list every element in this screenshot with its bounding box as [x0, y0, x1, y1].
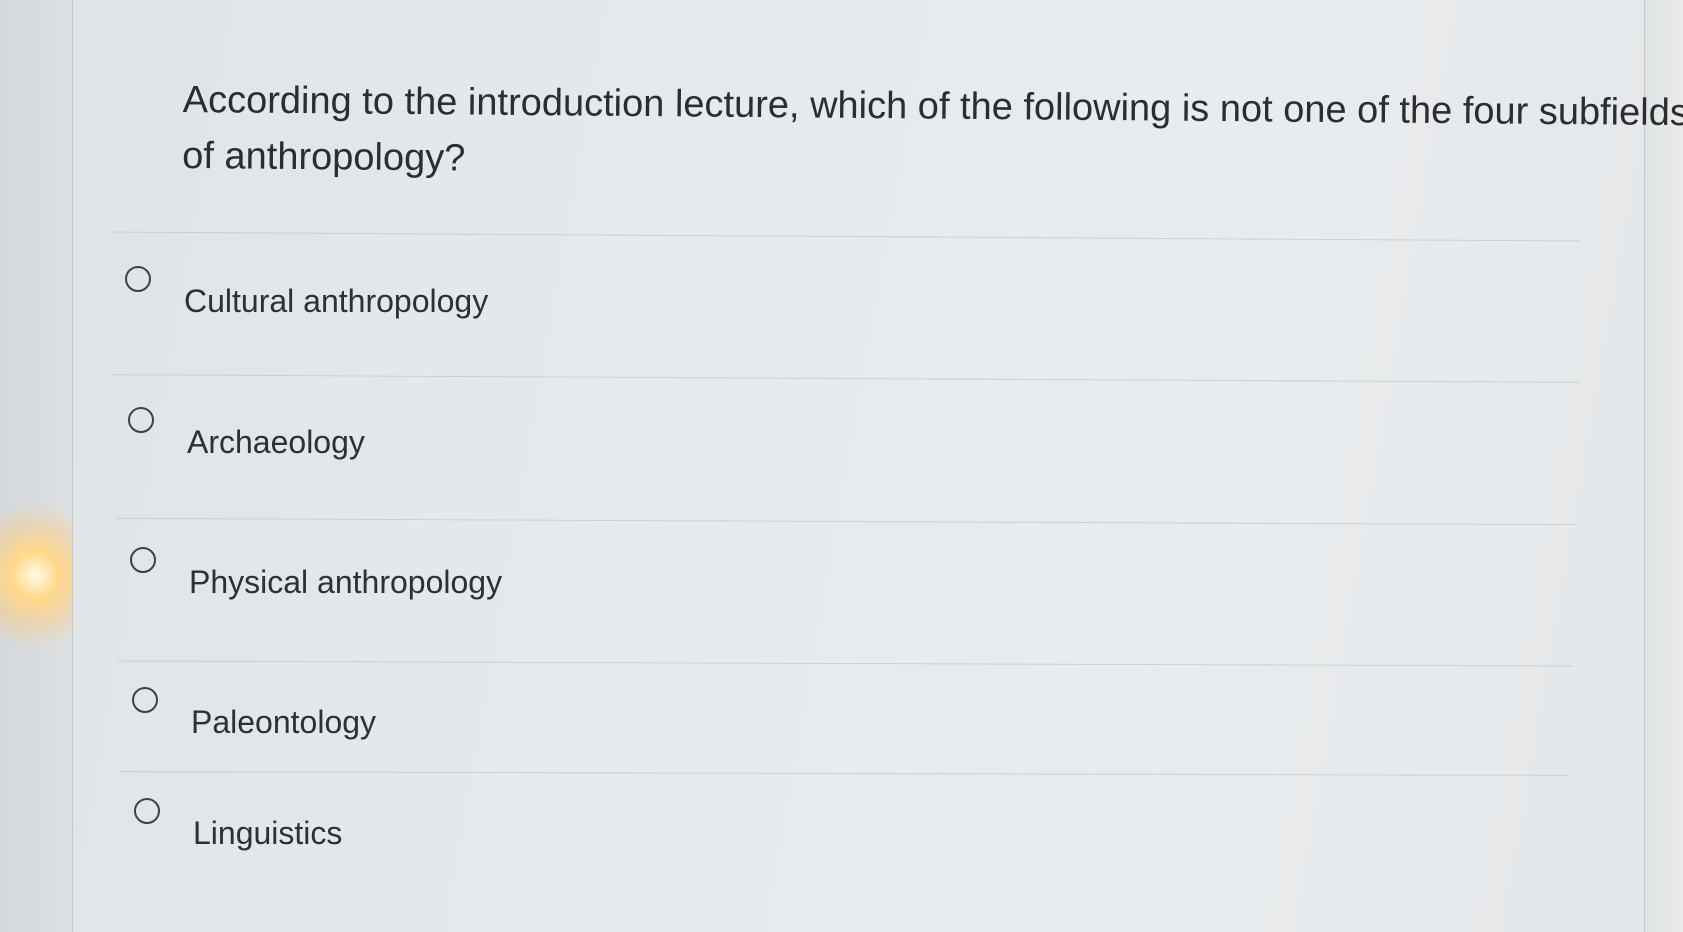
option-archaeology[interactable]: Archaeology	[128, 407, 365, 461]
radio-button[interactable]	[132, 687, 158, 713]
option-label: Physical anthropology	[189, 564, 503, 600]
divider	[115, 517, 1575, 526]
divider	[117, 660, 1573, 667]
option-physical-anthropology[interactable]: Physical anthropology	[130, 547, 502, 601]
radio-button[interactable]	[130, 547, 156, 573]
radio-button[interactable]	[134, 798, 160, 824]
question-card: According to the introduction lecture, w…	[72, 0, 1683, 932]
question-text: According to the introduction lecture, w…	[182, 78, 1683, 180]
divider	[113, 374, 1579, 383]
radio-button[interactable]	[125, 266, 151, 292]
option-paleontology[interactable]: Paleontology	[132, 687, 376, 741]
option-cultural-anthropology[interactable]: Cultural anthropology	[125, 266, 488, 320]
option-linguistics[interactable]: Linguistics	[134, 798, 342, 852]
radio-button[interactable]	[128, 407, 154, 433]
divider	[119, 771, 1569, 776]
option-label: Linguistics	[193, 815, 343, 851]
divider	[111, 231, 1581, 242]
option-label: Archaeology	[187, 424, 365, 460]
option-label: Paleontology	[191, 704, 377, 740]
option-label: Cultural anthropology	[184, 283, 489, 319]
left-margin	[0, 0, 72, 932]
